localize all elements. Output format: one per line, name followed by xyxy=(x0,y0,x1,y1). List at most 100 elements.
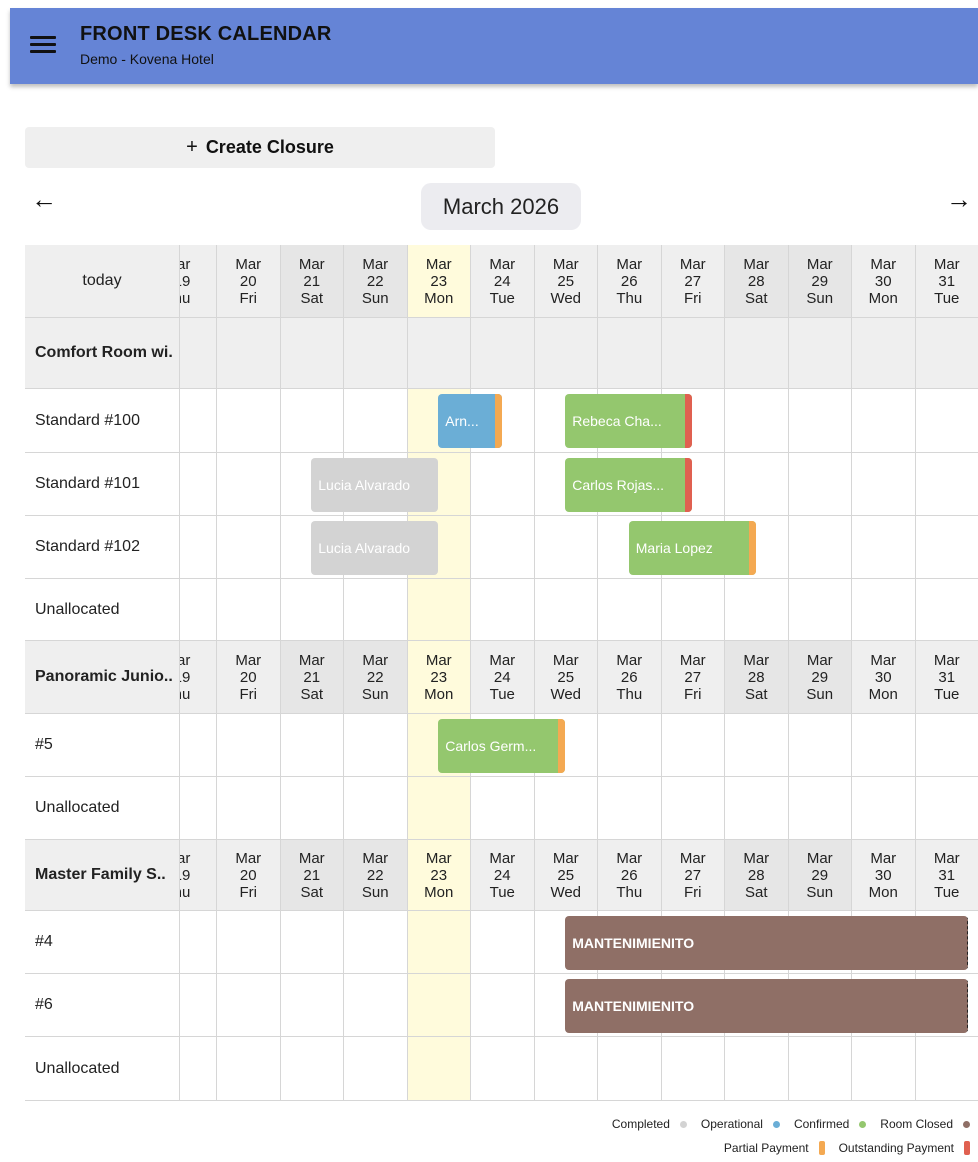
grid-cell[interactable] xyxy=(915,516,978,579)
grid-cell[interactable] xyxy=(217,974,281,1037)
grid-cell[interactable] xyxy=(180,1037,217,1101)
grid-cell[interactable] xyxy=(280,777,344,840)
reservation-block[interactable]: Lucia Alvarado xyxy=(311,457,439,512)
grid-cell[interactable] xyxy=(471,579,535,641)
grid-cell[interactable] xyxy=(915,777,978,840)
grid-cell[interactable] xyxy=(725,714,789,777)
grid-cell[interactable] xyxy=(852,579,916,641)
grid-cell[interactable] xyxy=(471,911,535,974)
grid-cell[interactable] xyxy=(180,453,217,516)
grid-cell[interactable] xyxy=(915,389,978,453)
today-button[interactable]: today xyxy=(25,245,180,318)
grid-cell[interactable] xyxy=(180,974,217,1037)
grid-cell[interactable] xyxy=(725,1037,789,1101)
grid-cell[interactable] xyxy=(280,911,344,974)
grid-cell[interactable] xyxy=(217,579,281,641)
reservation-block[interactable]: Carlos Rojas... xyxy=(565,457,693,512)
grid-cell[interactable] xyxy=(661,777,725,840)
grid-cell[interactable] xyxy=(344,579,408,641)
grid-cell[interactable] xyxy=(180,389,217,453)
grid-cell[interactable] xyxy=(344,777,408,840)
room-closure-block[interactable]: MANTENIMIENITO xyxy=(565,978,968,1033)
grid-cell[interactable] xyxy=(180,579,217,641)
date-header-dow: Fri xyxy=(239,289,258,307)
grid-cell[interactable] xyxy=(180,714,217,777)
grid-cell[interactable] xyxy=(407,974,471,1037)
grid-cell[interactable] xyxy=(852,1037,916,1101)
grid-cell[interactable] xyxy=(725,579,789,641)
grid-cell[interactable] xyxy=(344,911,408,974)
create-closure-button[interactable]: + Create Closure xyxy=(25,127,495,168)
room-closure-block[interactable]: MANTENIMIENITO xyxy=(565,915,968,970)
legend-confirmed-swatch xyxy=(859,1120,867,1128)
grid-cell[interactable] xyxy=(598,579,662,641)
reservation-block[interactable]: Carlos Germ... xyxy=(438,718,566,773)
grid-cell[interactable] xyxy=(180,777,217,840)
grid-cell[interactable] xyxy=(471,1037,535,1101)
grid-cell[interactable] xyxy=(788,453,852,516)
grid-cell[interactable] xyxy=(788,579,852,641)
grid-cell[interactable] xyxy=(407,911,471,974)
reservation-block[interactable]: Lucia Alvarado xyxy=(311,520,439,575)
grid-cell[interactable] xyxy=(788,389,852,453)
grid-cell[interactable] xyxy=(534,516,598,579)
grid-cell[interactable] xyxy=(661,579,725,641)
grid-cell[interactable] xyxy=(344,974,408,1037)
grid-cell[interactable] xyxy=(915,1037,978,1101)
grid-cell[interactable] xyxy=(180,516,217,579)
grid-cell[interactable] xyxy=(534,777,598,840)
grid-cell[interactable] xyxy=(471,777,535,840)
grid-cell[interactable] xyxy=(280,579,344,641)
grid-cell[interactable] xyxy=(471,516,535,579)
reservation-block[interactable]: Rebeca Cha... xyxy=(565,394,693,448)
grid-cell[interactable] xyxy=(852,453,916,516)
grid-cell[interactable] xyxy=(217,714,281,777)
grid-cell[interactable] xyxy=(725,777,789,840)
grid-cell[interactable] xyxy=(217,777,281,840)
reservation-block[interactable]: Arn... xyxy=(438,394,502,448)
hamburger-menu-icon[interactable] xyxy=(30,34,56,54)
grid-cell[interactable] xyxy=(788,1037,852,1101)
grid-cell[interactable] xyxy=(788,714,852,777)
grid-cell[interactable] xyxy=(534,579,598,641)
grid-cell[interactable] xyxy=(217,1037,281,1101)
grid-cell[interactable] xyxy=(344,1037,408,1101)
grid-cell[interactable] xyxy=(598,777,662,840)
grid-cell[interactable] xyxy=(598,1037,662,1101)
previous-month-arrow-icon[interactable]: ← xyxy=(31,186,57,212)
reservation-block[interactable]: Maria Lopez xyxy=(628,520,756,575)
grid-cell[interactable] xyxy=(915,714,978,777)
grid-cell[interactable] xyxy=(852,777,916,840)
grid-cell[interactable] xyxy=(217,911,281,974)
grid-cell[interactable] xyxy=(280,974,344,1037)
next-month-arrow-icon[interactable]: → xyxy=(946,186,972,212)
grid-cell[interactable] xyxy=(661,714,725,777)
grid-cell[interactable] xyxy=(661,1037,725,1101)
grid-cell[interactable] xyxy=(788,516,852,579)
grid-cell[interactable] xyxy=(344,714,408,777)
grid-cell[interactable] xyxy=(598,714,662,777)
grid-cell[interactable] xyxy=(280,714,344,777)
month-label[interactable]: March 2026 xyxy=(421,183,581,230)
grid-cell[interactable] xyxy=(534,1037,598,1101)
grid-cell[interactable] xyxy=(852,389,916,453)
grid-cell[interactable] xyxy=(471,974,535,1037)
grid-cell[interactable] xyxy=(725,453,789,516)
grid-cell[interactable] xyxy=(217,389,281,453)
grid-cell[interactable] xyxy=(407,777,471,840)
grid-cell[interactable] xyxy=(915,453,978,516)
grid-cell[interactable] xyxy=(915,579,978,641)
grid-cell[interactable] xyxy=(725,389,789,453)
grid-cell[interactable] xyxy=(344,389,408,453)
grid-cell[interactable] xyxy=(788,777,852,840)
grid-cell[interactable] xyxy=(471,453,535,516)
grid-cell[interactable] xyxy=(280,1037,344,1101)
grid-cell[interactable] xyxy=(280,389,344,453)
grid-cell[interactable] xyxy=(407,1037,471,1101)
grid-cell[interactable] xyxy=(852,516,916,579)
grid-cell[interactable] xyxy=(180,911,217,974)
grid-cell[interactable] xyxy=(217,516,281,579)
grid-cell[interactable] xyxy=(407,579,471,641)
grid-cell[interactable] xyxy=(217,453,281,516)
grid-cell[interactable] xyxy=(852,714,916,777)
